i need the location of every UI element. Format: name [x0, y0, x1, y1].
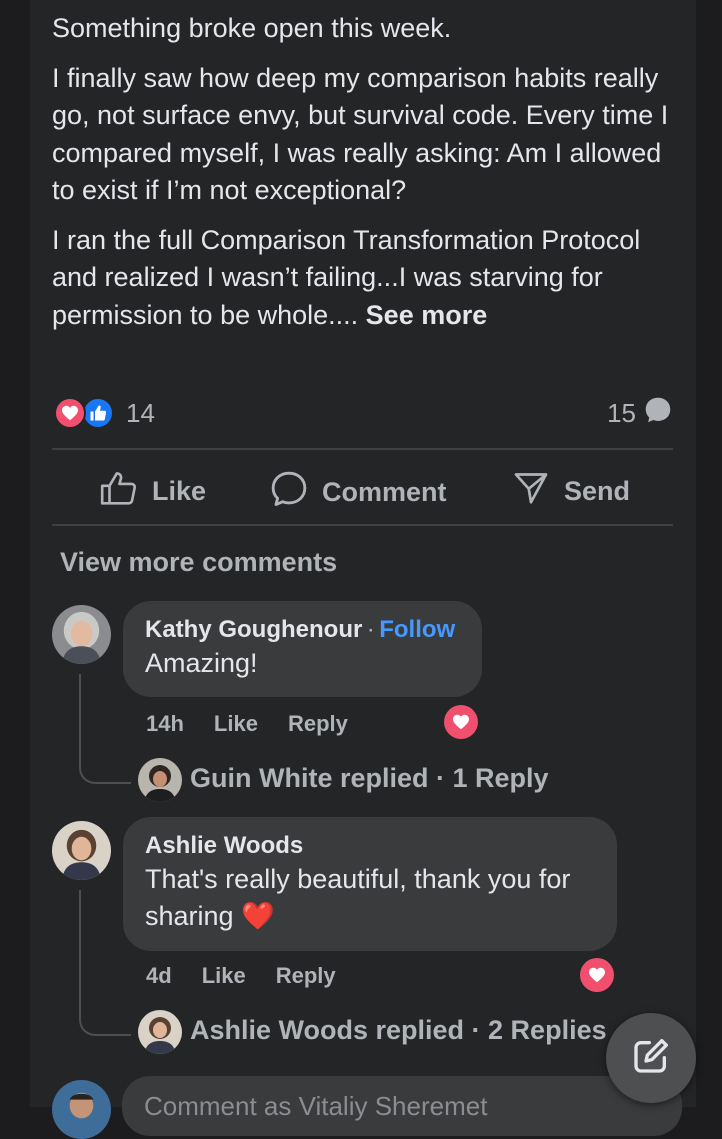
thread-line-1 — [79, 674, 131, 784]
comment-reply-button[interactable]: Reply — [276, 963, 336, 989]
post-paragraph-2: I finally saw how deep my comparison hab… — [52, 62, 669, 206]
heart-icon[interactable] — [444, 705, 478, 739]
follow-button[interactable]: Follow — [379, 616, 455, 643]
reaction-count: 14 — [126, 397, 155, 428]
comment-text: Amazing! — [145, 648, 258, 678]
comment-bubble-kathy: Kathy Goughenour · Follow Amazing! — [123, 601, 482, 697]
thumbs-up-icon — [100, 470, 152, 513]
post-actions-bar: Like Comment Send — [52, 452, 673, 524]
love-reaction-icon — [54, 397, 86, 429]
current-user-avatar — [52, 1080, 111, 1139]
heart-icon[interactable] — [580, 958, 614, 992]
view-more-comments-link[interactable]: View more comments — [60, 547, 337, 578]
send-icon — [512, 470, 564, 513]
post-paragraph-1: Something broke open this week. — [52, 13, 452, 43]
comment-time[interactable]: 14h — [146, 711, 184, 737]
comment-label: Comment — [322, 477, 447, 507]
view-replies-link[interactable]: Guin White replied · 1 Reply — [190, 763, 549, 794]
ashlie-reply-avatar[interactable] — [138, 1010, 182, 1054]
see-more-link[interactable]: See more — [366, 300, 488, 330]
edit-icon — [631, 1036, 671, 1081]
like-label: Like — [152, 476, 207, 506]
name-separator: · — [366, 616, 375, 643]
send-label: Send — [564, 476, 631, 506]
ashlie-avatar[interactable] — [52, 821, 111, 880]
kathy-avatar[interactable] — [52, 605, 111, 664]
post-paragraph-3: I ran the full Comparison Transformation… — [52, 222, 682, 335]
comment-count-number: 15 — [607, 397, 636, 428]
comment-composer-input[interactable] — [122, 1076, 682, 1136]
comment-like-button[interactable]: Like — [202, 963, 246, 989]
comment-count[interactable]: 15 — [607, 395, 672, 431]
send-button[interactable]: Send — [512, 470, 630, 513]
post-paragraph-3-text: I ran the full Comparison Transformation… — [52, 224, 641, 330]
like-button[interactable]: Like — [100, 470, 206, 513]
comment-reply-button[interactable]: Reply — [288, 711, 348, 737]
comment-text: That's really beautiful, thank you for s… — [145, 864, 571, 931]
view-replies-link[interactable]: Ashlie Woods replied · 2 Replies — [190, 1015, 607, 1046]
commenter-name[interactable]: Ashlie Woods — [145, 831, 595, 861]
comment-bubble-ashlie: Ashlie Woods That's really beautiful, th… — [123, 817, 617, 951]
like-reaction-icon — [82, 397, 114, 429]
comment-button[interactable]: Comment — [270, 470, 447, 515]
comment-meta-ashlie: 4d Like Reply — [146, 963, 366, 989]
compose-button[interactable] — [606, 1013, 696, 1103]
comment-icon — [270, 470, 322, 515]
comment-bubble-icon — [644, 396, 672, 431]
post-body: Something broke open this week. I finall… — [52, 10, 682, 346]
guin-avatar[interactable] — [138, 758, 182, 802]
comment-meta-kathy: 14h Like Reply — [146, 711, 378, 737]
divider-top — [52, 448, 673, 450]
comment-like-button[interactable]: Like — [214, 711, 258, 737]
comment-time[interactable]: 4d — [146, 963, 172, 989]
commenter-name[interactable]: Kathy Goughenour — [145, 616, 362, 643]
reaction-summary[interactable]: 14 — [54, 395, 155, 431]
divider-bottom — [52, 524, 673, 526]
